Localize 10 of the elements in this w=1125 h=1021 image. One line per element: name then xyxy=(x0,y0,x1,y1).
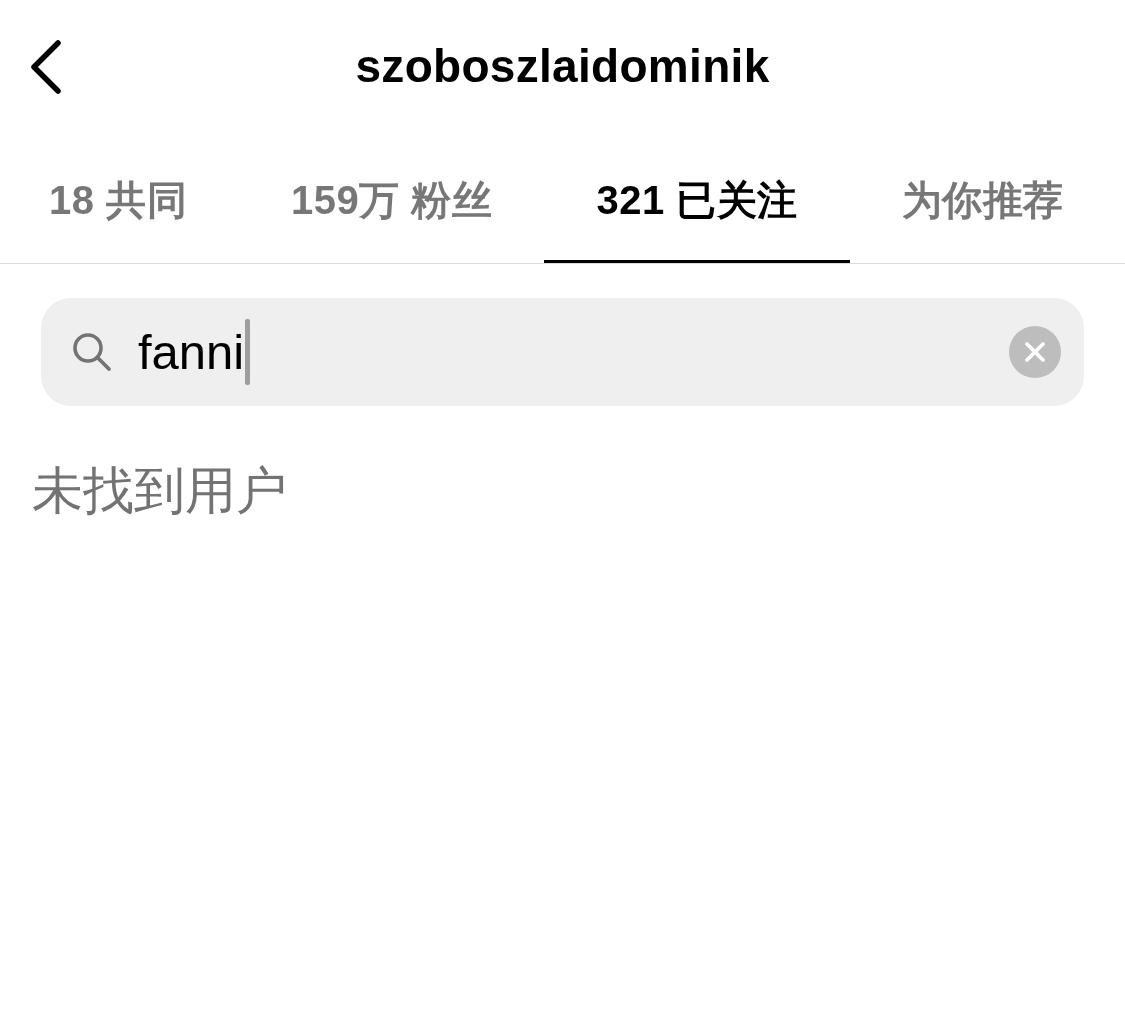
search-query: fanni xyxy=(138,323,245,381)
tab[interactable]: 18 共同 xyxy=(0,136,240,263)
search-icon xyxy=(71,331,113,373)
tab[interactable]: 321 已关注 xyxy=(544,136,850,263)
clear-icon xyxy=(1009,326,1061,378)
tab[interactable]: 159万 粉丝 xyxy=(239,136,545,263)
search-field[interactable]: fanni xyxy=(41,298,1084,406)
empty-results-message: 未找到用户 xyxy=(32,461,288,521)
tab[interactable]: 为你推荐 xyxy=(849,136,1116,263)
profile-username: szoboszlaidominik xyxy=(355,39,770,93)
